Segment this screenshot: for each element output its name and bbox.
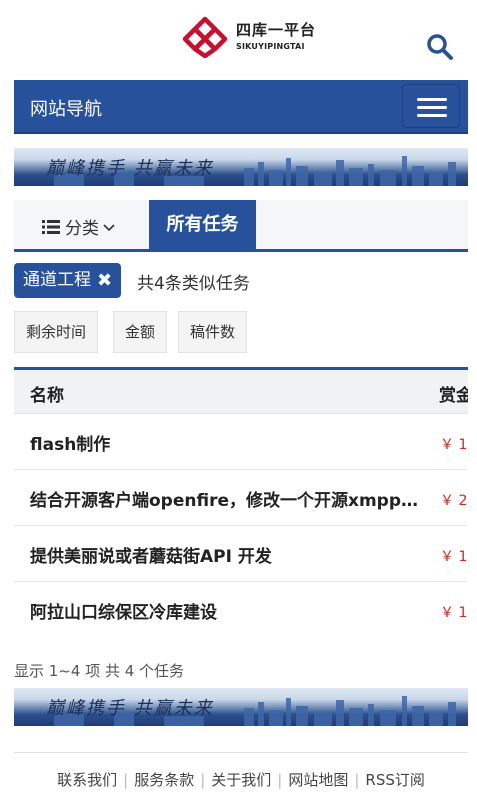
task-amount: ￥ 10 — [440, 549, 468, 565]
nav-toggle-button[interactable] — [402, 84, 460, 128]
banner-slogan: 巅峰携手 共赢未来 — [46, 698, 214, 719]
task-amount: ￥ 20 — [440, 493, 468, 509]
pagination-summary: 显示 1~4 项 共 4 个任务 — [14, 662, 185, 680]
footer-link-contact[interactable]: 联系我们 — [57, 771, 117, 789]
footer-divider: | — [354, 771, 360, 789]
column-name: 名称 — [30, 386, 64, 406]
footer-link-terms[interactable]: 服务条款 — [134, 771, 194, 789]
task-title[interactable]: 结合开源客户端openfire，修改一个开源xmpp客户端 — [30, 486, 434, 511]
site-header: 四库一平台 SIKUYIPINGTAI — [0, 0, 477, 78]
task-title[interactable]: flash制作 — [30, 430, 434, 455]
filter-row: 通道工程 ✖ 共4条类似任务 — [14, 263, 468, 299]
banner-bottom: 巅峰携手 共赢未来 — [14, 688, 468, 726]
task-table: 名称 赏金 flash制作 ￥ 10 结合开源客户端openfire，修改一个开… — [14, 367, 468, 637]
site-logo[interactable]: 四库一平台 SIKUYIPINGTAI — [182, 16, 316, 58]
column-reward: 赏金 — [439, 386, 468, 406]
footer-link-rss[interactable]: RSS订阅 — [365, 771, 424, 789]
task-amount: ￥ 10 — [440, 437, 468, 453]
table-header: 名称 赏金 — [14, 370, 468, 414]
task-title[interactable]: 阿拉山口综保区冷库建设 — [30, 598, 434, 623]
table-row[interactable]: flash制作 ￥ 10 — [14, 414, 468, 470]
hamburger-icon — [417, 114, 447, 117]
task-tabs: 分类 所有任务 — [14, 200, 468, 252]
footer-divider: | — [277, 771, 283, 789]
filter-tag[interactable]: 通道工程 ✖ — [14, 263, 122, 298]
site-footer: 联系我们 | 服务条款 | 关于我们 | 网站地图 | RSS订阅 — [14, 752, 468, 792]
banner-slogan: 巅峰携手 共赢未来 — [46, 158, 214, 179]
search-icon[interactable] — [426, 33, 454, 61]
banner-top: 巅峰携手 共赢未来 — [14, 148, 468, 186]
filter-tag-label: 通道工程 — [23, 270, 91, 290]
tab-category-label: 分类 — [65, 219, 99, 239]
navbar: 网站导航 — [14, 80, 468, 134]
logo-mark-icon — [182, 16, 228, 58]
footer-divider: | — [200, 771, 206, 789]
chevron-down-icon — [103, 223, 115, 231]
table-row[interactable]: 阿拉山口综保区冷库建设 ￥ 12 — [14, 582, 468, 637]
sort-amount-button[interactable]: 金额 — [113, 311, 168, 353]
tab-category[interactable]: 分类 — [42, 214, 115, 239]
hamburger-icon — [417, 106, 447, 109]
footer-links: 联系我们 | 服务条款 | 关于我们 | 网站地图 | RSS订阅 — [14, 769, 468, 790]
close-icon[interactable]: ✖ — [97, 263, 112, 298]
footer-link-about[interactable]: 关于我们 — [211, 771, 271, 789]
logo-subtitle: SIKUYIPINGTAI — [236, 42, 305, 51]
task-title[interactable]: 提供美丽说或者蘑菇街API 开发 — [30, 542, 434, 567]
filter-count: 共4条类似任务 — [137, 274, 250, 294]
hamburger-icon — [417, 98, 447, 101]
tab-all-tasks[interactable]: 所有任务 — [149, 200, 256, 249]
footer-divider: | — [123, 771, 129, 789]
sort-remaining-time-button[interactable]: 剩余时间 — [14, 311, 99, 353]
task-amount: ￥ 12 — [440, 605, 468, 621]
nav-title: 网站导航 — [30, 99, 102, 120]
table-row[interactable]: 提供美丽说或者蘑菇街API 开发 ￥ 10 — [14, 526, 468, 582]
logo-title: 四库一平台 — [236, 21, 317, 39]
list-icon — [42, 219, 60, 234]
table-row[interactable]: 结合开源客户端openfire，修改一个开源xmpp客户端 ￥ 20 — [14, 470, 468, 526]
sort-submissions-button[interactable]: 稿件数 — [178, 311, 248, 353]
footer-link-sitemap[interactable]: 网站地图 — [288, 771, 348, 789]
